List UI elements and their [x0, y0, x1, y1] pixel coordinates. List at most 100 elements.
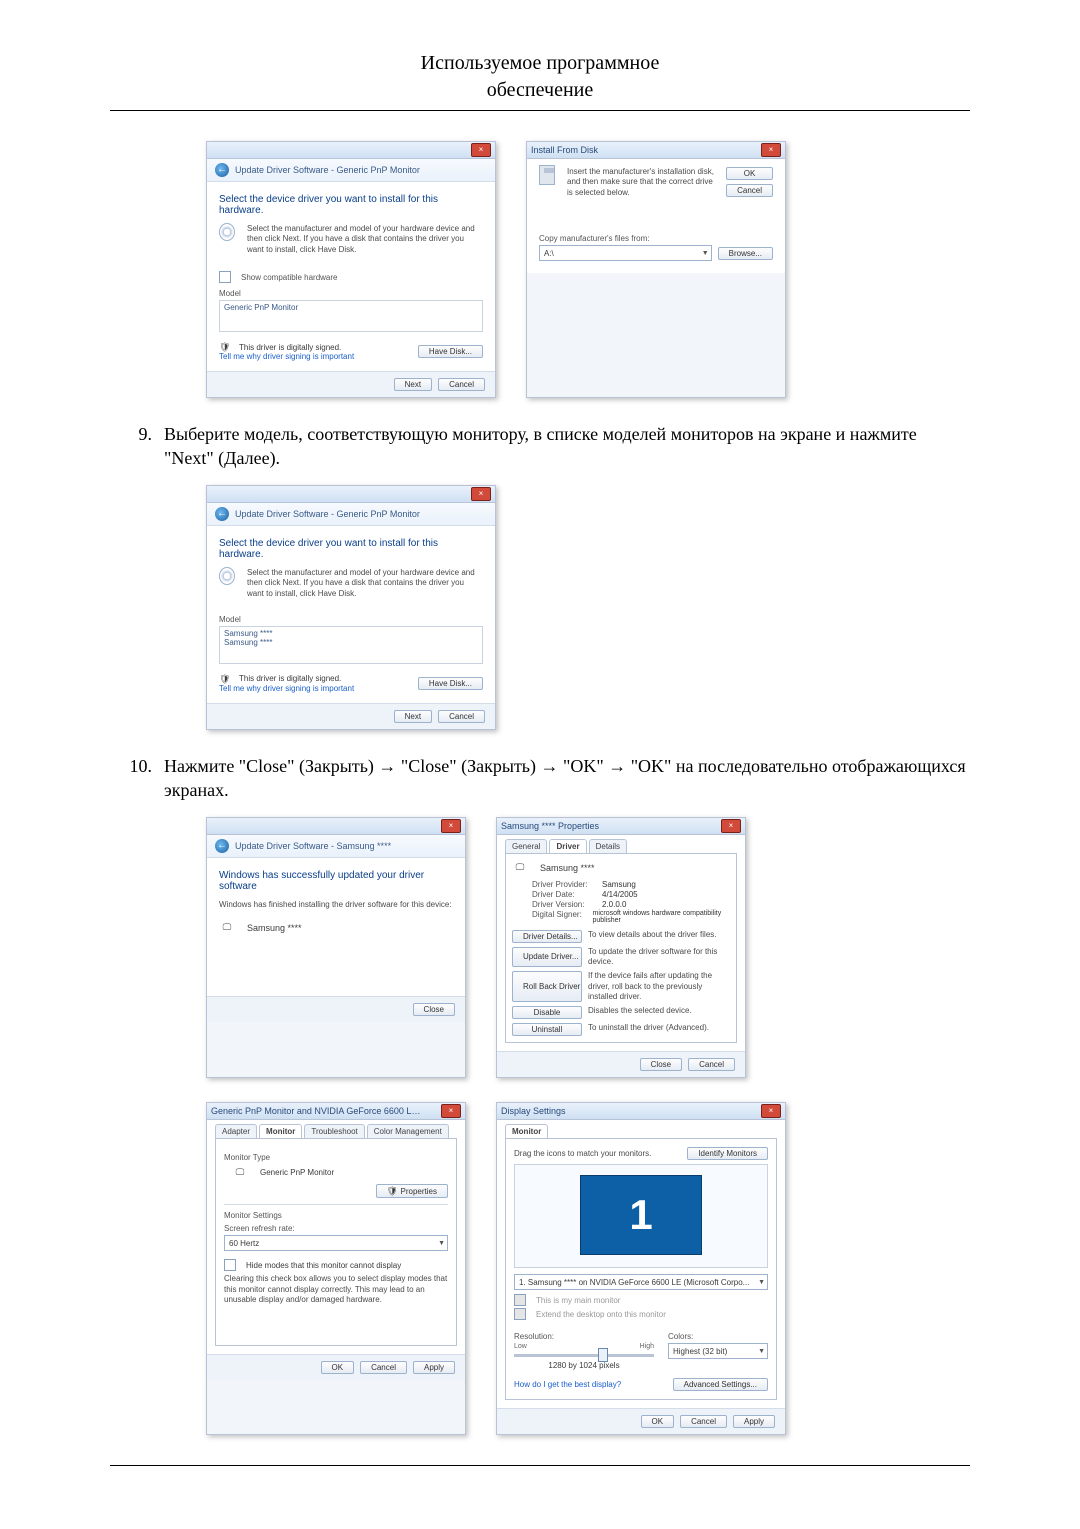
close-button[interactable]: Close — [413, 1003, 455, 1016]
monitor-icon: 🖵 — [219, 920, 235, 936]
close-icon[interactable]: × — [471, 143, 491, 157]
tab-color-management[interactable]: Color Management — [367, 1124, 449, 1138]
dialog-install-from-disk: Install From Disk × Insert the manufactu… — [526, 141, 786, 398]
colors-dropdown[interactable]: Highest (32 bit) ▼ — [668, 1343, 768, 1359]
model-list-item[interactable]: Generic PnP Monitor — [224, 303, 298, 312]
tab-details[interactable]: Details — [589, 839, 627, 853]
doc-title: Используемое программное обеспечение — [110, 50, 970, 104]
driver-signed-label: This driver is digitally signed. — [239, 343, 341, 352]
cancel-button[interactable]: Cancel — [688, 1058, 735, 1071]
monitor-icon: 🖵 — [232, 1164, 248, 1180]
ok-button[interactable]: OK — [641, 1415, 675, 1428]
kv-value: Samsung — [602, 880, 636, 889]
model-list-item[interactable]: Samsung **** — [224, 638, 478, 647]
step-number: 9. — [110, 422, 164, 471]
hide-modes-checkbox[interactable] — [224, 1259, 236, 1271]
extend-desktop-label: Extend the desktop onto this monitor — [536, 1310, 666, 1319]
model-list-item[interactable]: Samsung **** — [224, 629, 478, 638]
model-list-label: Model — [219, 615, 483, 624]
model-list[interactable]: Generic PnP Monitor — [219, 300, 483, 332]
close-icon[interactable]: × — [761, 1104, 781, 1118]
copy-from-value: A:\ — [544, 249, 554, 258]
colors-label: Colors: — [668, 1332, 768, 1341]
step-text: Нажмите "Close" (Закрыть) → "Close" (Зак… — [164, 754, 970, 803]
model-list[interactable]: Samsung **** Samsung **** — [219, 626, 483, 664]
why-signing-link[interactable]: Tell me why driver signing is important — [219, 684, 354, 693]
tab-driver[interactable]: Driver — [549, 839, 586, 853]
resolution-high: High — [640, 1343, 654, 1350]
tab-monitor[interactable]: Monitor — [259, 1124, 302, 1138]
cancel-button[interactable]: Cancel — [726, 184, 773, 197]
close-icon[interactable]: × — [441, 1104, 461, 1118]
btn-desc: To uninstall the driver (Advanced). — [588, 1023, 709, 1036]
tab-monitor[interactable]: Monitor — [505, 1124, 548, 1138]
shield-icon: 🛡 — [387, 1186, 397, 1196]
properties-tabs: Adapter Monitor Troubleshoot Color Manag… — [215, 1124, 457, 1139]
close-icon[interactable]: × — [721, 819, 741, 833]
shield-icon: 🛡 — [219, 342, 229, 352]
close-icon[interactable]: × — [441, 819, 461, 833]
extend-desktop-checkbox — [514, 1308, 526, 1320]
step-9: 9. Выберите модель, соответствующую мони… — [110, 422, 970, 471]
display-device-dropdown[interactable]: 1. Samsung **** on NVIDIA GeForce 6600 L… — [514, 1274, 768, 1290]
uninstall-button[interactable]: Uninstall — [512, 1023, 582, 1036]
disable-button[interactable]: Disable — [512, 1006, 582, 1019]
floppy-icon — [539, 167, 555, 183]
chevron-down-icon: ▼ — [702, 250, 709, 257]
shield-icon: 🛡 — [219, 674, 229, 684]
chevron-down-icon: ▼ — [438, 1240, 445, 1247]
device-name: Samsung **** — [247, 923, 302, 933]
tab-general[interactable]: General — [505, 839, 547, 853]
properties-tabs: General Driver Details — [505, 839, 737, 854]
kv-label: Driver Version: — [532, 900, 602, 909]
btn-desc: To view details about the driver files. — [588, 930, 717, 943]
apply-button[interactable]: Apply — [413, 1361, 455, 1374]
advanced-settings-button[interactable]: Advanced Settings... — [673, 1378, 768, 1391]
close-button[interactable]: Close — [640, 1058, 682, 1071]
drag-instruction: Drag the icons to match your monitors. — [514, 1149, 651, 1159]
identify-monitors-button[interactable]: Identify Monitors — [687, 1147, 768, 1160]
monitor-preview[interactable]: 1 — [580, 1175, 702, 1255]
driver-signed-label: This driver is digitally signed. — [239, 674, 341, 683]
best-display-link[interactable]: How do I get the best display? — [514, 1380, 621, 1389]
cancel-button[interactable]: Cancel — [438, 710, 485, 723]
doc-title-line1: Используемое программное — [110, 50, 970, 77]
dialog-title: Install From Disk — [531, 145, 598, 155]
step-number: 10. — [110, 754, 164, 803]
cancel-button[interactable]: Cancel — [680, 1415, 727, 1428]
apply-button[interactable]: Apply — [733, 1415, 775, 1428]
close-icon[interactable]: × — [761, 143, 781, 157]
driver-details-button[interactable]: Driver Details... — [512, 930, 582, 943]
disc-icon — [219, 568, 235, 584]
compat-checkbox[interactable] — [219, 271, 231, 283]
cancel-button[interactable]: Cancel — [438, 378, 485, 391]
update-driver-button[interactable]: Update Driver... — [512, 947, 582, 968]
dialog-display-settings: Display Settings × Monitor Drag the icon… — [496, 1102, 786, 1435]
tab-adapter[interactable]: Adapter — [215, 1124, 257, 1138]
have-disk-button[interactable]: Have Disk... — [418, 345, 483, 358]
browse-button[interactable]: Browse... — [718, 247, 773, 260]
kv-label: Driver Date: — [532, 890, 602, 899]
btn-desc: If the device fails after updating the d… — [588, 971, 730, 1002]
have-disk-button[interactable]: Have Disk... — [418, 677, 483, 690]
model-list-label: Model — [219, 289, 483, 298]
refresh-rate-dropdown[interactable]: 60 Hertz ▼ — [224, 1235, 448, 1251]
back-icon[interactable]: ← — [215, 507, 229, 521]
kv-label: Digital Signer: — [532, 910, 592, 924]
properties-button[interactable]: 🛡Properties — [376, 1184, 448, 1198]
ok-button[interactable]: OK — [321, 1361, 355, 1374]
ok-button[interactable]: OK — [726, 167, 773, 180]
rollback-driver-button[interactable]: Roll Back Driver — [512, 971, 582, 1002]
back-icon[interactable]: ← — [215, 163, 229, 177]
why-signing-link[interactable]: Tell me why driver signing is important — [219, 352, 354, 361]
cancel-button[interactable]: Cancel — [360, 1361, 407, 1374]
kv-label: Driver Provider: — [532, 880, 602, 889]
next-button[interactable]: Next — [394, 378, 432, 391]
resolution-slider[interactable] — [514, 1354, 654, 1357]
btn-desc: Disables the selected device. — [588, 1006, 692, 1019]
copy-from-dropdown[interactable]: A:\ ▼ — [539, 245, 712, 261]
close-icon[interactable]: × — [471, 487, 491, 501]
kv-value: 4/14/2005 — [602, 890, 638, 899]
tab-troubleshoot[interactable]: Troubleshoot — [304, 1124, 364, 1138]
next-button[interactable]: Next — [394, 710, 432, 723]
